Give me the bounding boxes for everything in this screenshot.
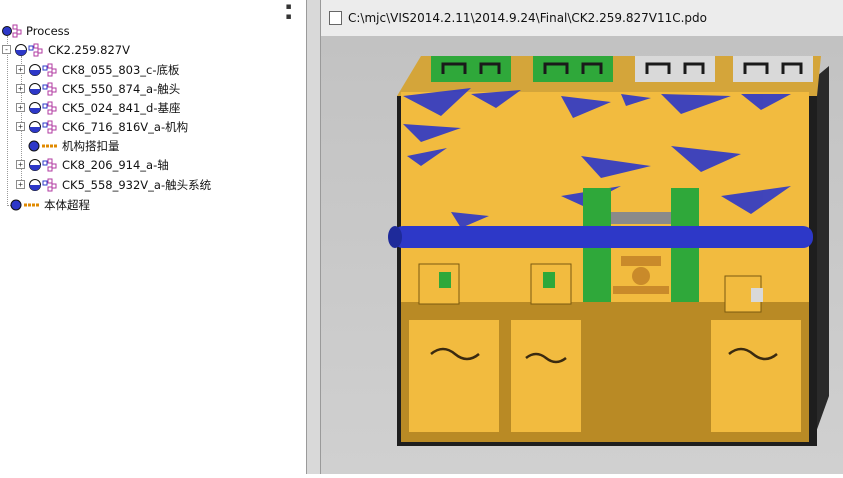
chamber-right (711, 320, 801, 432)
tree-item[interactable]: + CK5_024_841_d-基座 (16, 98, 181, 117)
assembly-icon (28, 101, 58, 115)
tree-root-label: Process (26, 23, 70, 38)
tree-item-label: CK8_206_914_a-轴 (62, 157, 169, 172)
process-icon (2, 24, 22, 38)
assembly-icon (14, 43, 44, 57)
tree-item-label: CK5_024_841_d-基座 (62, 100, 181, 115)
file-path: C:\mjc\VIS2014.2.11\2014.9.24\Final\CK2.… (348, 11, 707, 25)
contact-green (439, 272, 451, 288)
tree-item-label: CK2.259.827V (48, 42, 130, 57)
process-tree-panel: ▪ ▪ Process - CK2.259.827V + CK8_055_803… (0, 0, 307, 474)
tree-item-measurement[interactable]: 机构搭扣量 (28, 136, 120, 155)
chamber-middle (511, 320, 581, 432)
tree-item-label: CK8_055_803_c-底板 (62, 62, 180, 77)
measure-icon (28, 139, 58, 153)
mechanism-bracket (611, 212, 671, 224)
breaker-model (388, 56, 829, 446)
tree-item-label: CK6_716_816V_a-机构 (62, 119, 189, 134)
assembly-icon (28, 82, 58, 96)
main-shaft (393, 226, 813, 248)
tree-item[interactable]: + CK8_055_803_c-底板 (16, 60, 180, 79)
tree-item-label: CK5_558_932V_a-触头系统 (62, 177, 212, 192)
tree-item-label: 机构搭扣量 (62, 138, 120, 153)
collapse-icon[interactable]: - (2, 45, 11, 54)
tree-item-assembly[interactable]: - CK2.259.827V (2, 40, 130, 59)
assembly-icon (28, 158, 58, 172)
measure-icon (10, 198, 40, 212)
contact-green (543, 272, 555, 288)
expand-icon[interactable]: + (16, 160, 25, 169)
chamber-left (409, 320, 499, 432)
expand-icon[interactable]: + (16, 122, 25, 131)
tree-item-measurement[interactable]: 本体超程 (10, 195, 90, 214)
tree-item[interactable]: + CK5_550_874_a-触头 (16, 79, 180, 98)
pdo-file-icon (329, 11, 342, 25)
tree-item-label: CK5_550_874_a-触头 (62, 81, 181, 96)
expand-icon[interactable]: + (16, 84, 25, 93)
tree-item[interactable]: + CK5_558_932V_a-触头系统 (16, 175, 211, 194)
tree-connector (7, 36, 8, 204)
tree-item[interactable]: + CK8_206_914_a-轴 (16, 155, 169, 174)
assembly-icon (28, 63, 58, 77)
shaft-end (388, 226, 402, 248)
expand-icon[interactable]: + (16, 103, 25, 112)
splitter[interactable] (307, 0, 321, 474)
3d-viewport[interactable] (321, 36, 843, 474)
tree-item-label: 本体超程 (44, 197, 90, 212)
viewer-title-bar: C:\mjc\VIS2014.2.11\2014.9.24\Final\CK2.… (321, 0, 843, 36)
assembly-icon (28, 120, 58, 134)
tree-root-process[interactable]: Process (2, 21, 70, 40)
contact-white (751, 288, 763, 302)
model-viewer-window: C:\mjc\VIS2014.2.11\2014.9.24\Final\CK2.… (321, 0, 843, 474)
tree-item[interactable]: + CK6_716_816V_a-机构 (16, 117, 188, 136)
assembly-icon (28, 178, 58, 192)
expand-icon[interactable]: + (16, 180, 25, 189)
pin-icon[interactable]: ▪ ▪ (282, 2, 295, 22)
expand-icon[interactable]: + (16, 65, 25, 74)
